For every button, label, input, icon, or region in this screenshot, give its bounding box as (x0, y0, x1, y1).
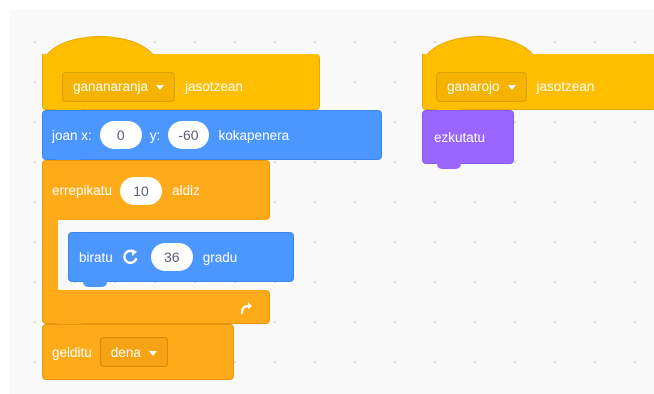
when-receive-block[interactable]: gananaranja jasotzean (42, 54, 320, 115)
block-tab (83, 281, 107, 287)
when-receive-label: jasotzean (536, 79, 595, 94)
caret-down-icon (507, 85, 516, 90)
turn-right-block[interactable]: biratu 36 gradu (68, 232, 294, 287)
repeat-suffix-label: aldiz (172, 183, 200, 198)
x-input[interactable]: 0 (99, 121, 142, 149)
y-input[interactable]: -60 (168, 121, 209, 149)
stop-option-value: dena (110, 344, 141, 360)
when-receive-label: jasotzean (185, 79, 243, 94)
repeat-count-input[interactable]: 10 (120, 176, 163, 205)
repeat-label: errepikatu (52, 183, 113, 198)
block-tab (437, 163, 461, 169)
goto-suffix-label: kokapenera (218, 127, 290, 143)
when-receive-block[interactable]: ganarojo jasotzean (422, 54, 654, 115)
code-workspace[interactable]: gananaranja jasotzean joan x: 0 y: -60 k… (10, 10, 654, 394)
message-dropdown[interactable]: ganarojo (436, 71, 527, 102)
repeat-header[interactable]: errepikatu 10 aldiz (42, 160, 270, 220)
goto-label: joan x: (52, 127, 92, 143)
message-dropdown-value: ganarojo (447, 79, 500, 94)
message-dropdown[interactable]: gananaranja (62, 71, 176, 102)
repeat-spine (42, 214, 58, 294)
caret-down-icon (148, 350, 157, 356)
repeat-footer (42, 290, 270, 329)
hide-label: ezkutatu (434, 129, 486, 145)
rotate-right-icon (123, 249, 137, 264)
turn-suffix-label: gradu (202, 249, 238, 265)
degrees-input[interactable]: 36 (150, 243, 193, 271)
loop-arrow-icon (240, 301, 252, 314)
message-dropdown-value: gananaranja (73, 79, 149, 94)
hide-block[interactable]: ezkutatu (422, 110, 514, 169)
stop-label: gelditu (52, 344, 92, 360)
stop-option-dropdown[interactable]: dena (99, 337, 168, 367)
y-label: y: (149, 127, 161, 143)
goto-xy-block[interactable]: joan x: 0 y: -60 kokapenera (42, 110, 382, 165)
caret-down-icon (156, 85, 165, 90)
turn-label: biratu (79, 249, 113, 265)
stop-block[interactable]: gelditu dena (42, 324, 234, 380)
